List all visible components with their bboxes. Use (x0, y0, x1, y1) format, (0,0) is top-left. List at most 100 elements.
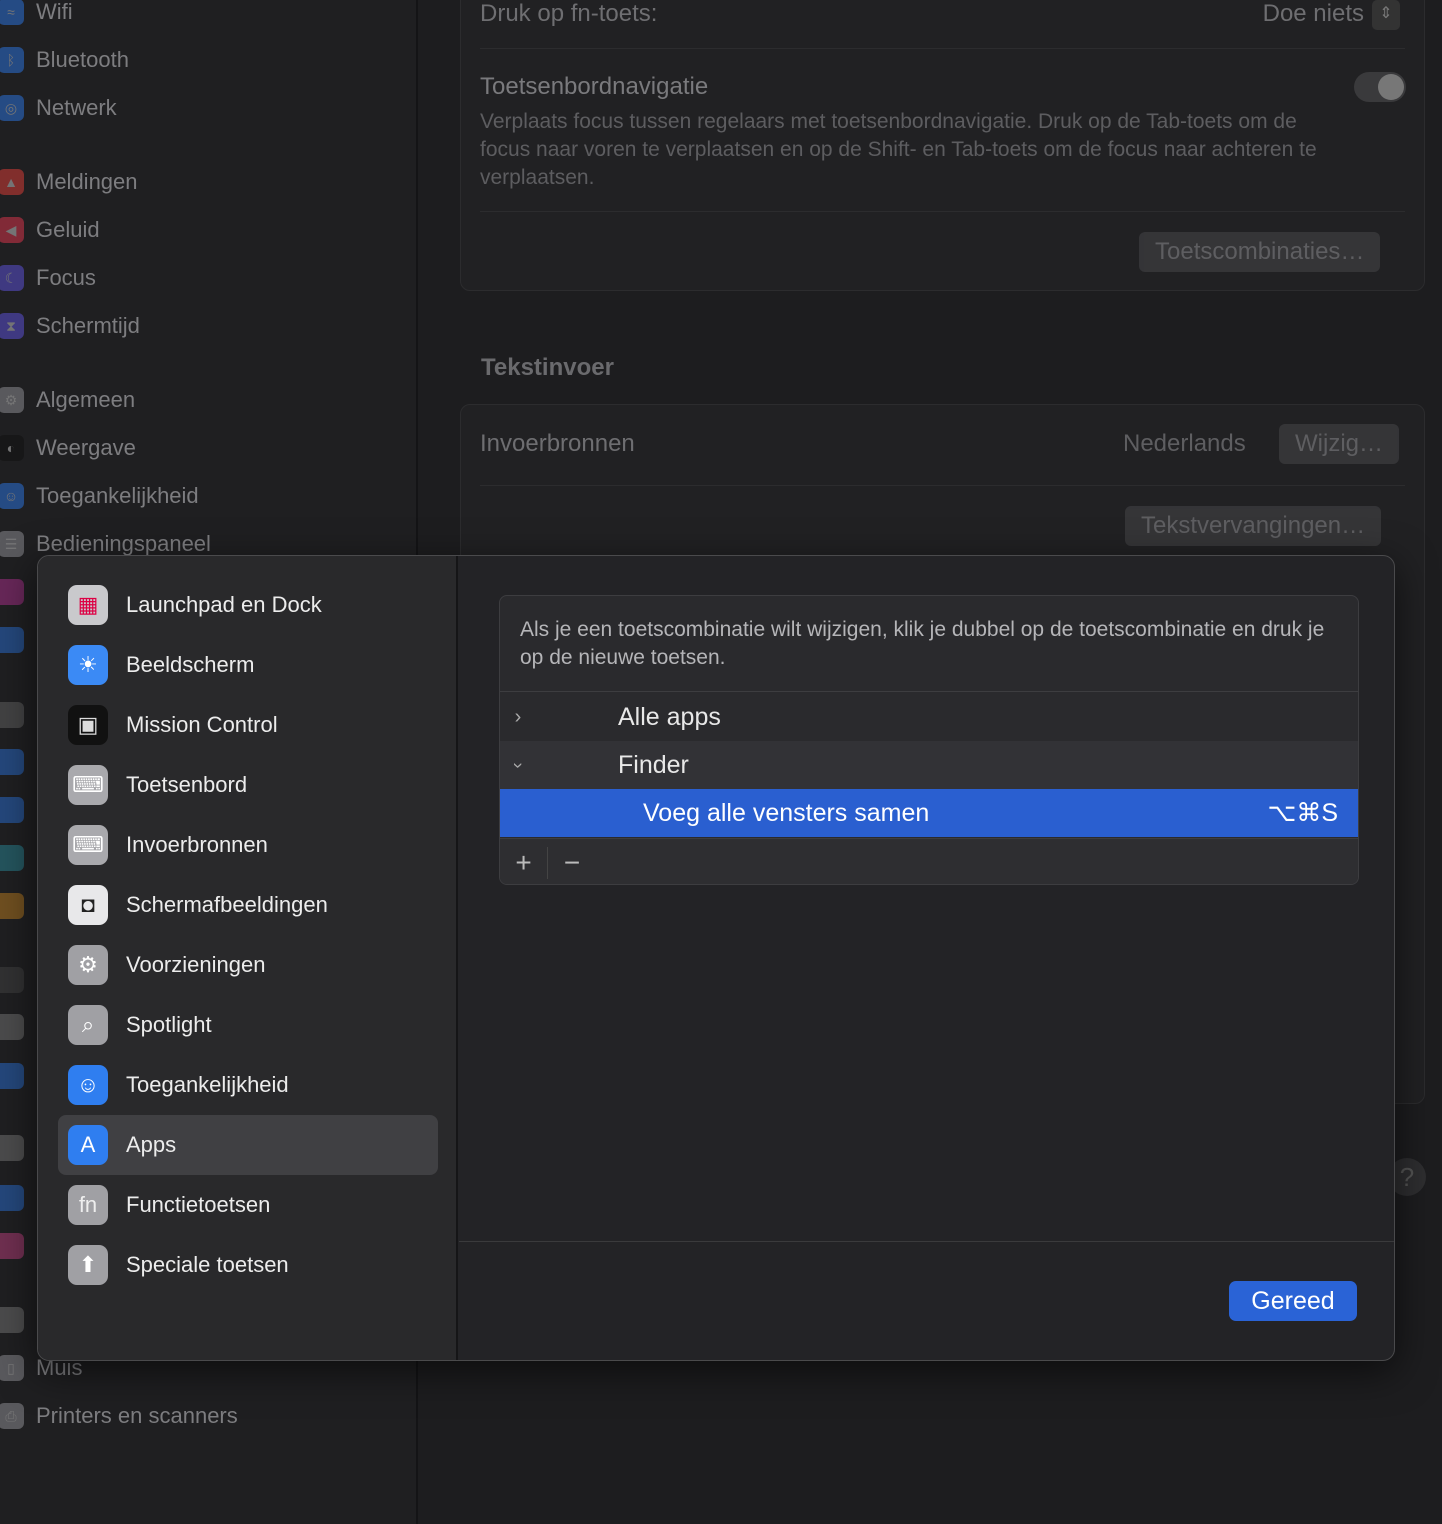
category-apps[interactable]: A Apps (58, 1115, 438, 1175)
sidebar-icon (0, 749, 24, 775)
add-button[interactable]: + (500, 846, 548, 879)
sidebar-item-wifi[interactable]: ≈ Wifi (0, 0, 73, 27)
chevron-down-icon[interactable]: › (508, 747, 529, 783)
category-speciale-toetsen[interactable]: ⬆ Speciale toetsen (58, 1235, 438, 1295)
bluetooth-icon: ᛒ (0, 47, 24, 73)
sidebar-icon (0, 1307, 24, 1333)
sidebar-item-label: Bluetooth (36, 47, 129, 72)
shortcut-label: Voeg alle vensters samen (643, 798, 930, 827)
sidebar-item-toegankelijkheid[interactable]: ☺ Toegankelijkheid (0, 481, 199, 511)
globe-icon: ◎ (0, 95, 24, 121)
sidebar-icon (0, 967, 24, 993)
sidebar-item-printers-en-scanners[interactable]: ⎙ Printers en scanners (0, 1401, 238, 1431)
text-input-heading: Tekstinvoer (481, 354, 614, 381)
printer-icon: ⎙ (0, 1403, 24, 1429)
sidebar-icon (0, 1233, 24, 1259)
category-label: Invoerbronnen (126, 832, 268, 857)
category-toegankelijkheid[interactable]: ☺ Toegankelijkheid (58, 1055, 438, 1115)
category-beeldscherm[interactable]: ☀ Beeldscherm (58, 635, 438, 695)
change-button[interactable]: Wijzig… (1279, 424, 1399, 464)
shortcuts-category-list: ▦ Launchpad en Dock ☀ Beeldscherm ▣ Mission C… (38, 556, 458, 1360)
group-row-all-apps[interactable]: › Alle apps (500, 693, 1358, 741)
category-launchpad-en-dock[interactable]: ▦ Launchpad en Dock (58, 575, 438, 635)
sidebar-item-label: Netwerk (36, 95, 117, 120)
app-store-icon: A (68, 1125, 108, 1165)
appearance-icon: ◐ (0, 435, 24, 461)
category-label: Functietoetsen (126, 1192, 271, 1217)
category-schermafbeeldingen[interactable]: ◘ Schermafbeeldingen (58, 875, 438, 935)
gear-icon: ⚙ (0, 387, 24, 413)
sidebar-icon (0, 893, 24, 919)
fn-key-label: Druk op fn-toets: (480, 0, 658, 27)
accessibility-icon: ☺ (68, 1065, 108, 1105)
category-label: Speciale toetsen (126, 1252, 289, 1277)
sidebar-icon (0, 1135, 24, 1161)
keyboard-icon: ⌨ (68, 765, 108, 805)
category-mission-control[interactable]: ▣ Mission Control (58, 695, 438, 755)
done-button[interactable]: Gereed (1229, 1281, 1357, 1321)
launchpad-icon: ▦ (68, 585, 108, 625)
shortcuts-panel: Als je een toetscombinatie wilt wijzigen… (499, 595, 1359, 885)
sidebar-item-label: Wifi (36, 0, 73, 24)
moon-icon: ☾ (0, 265, 24, 291)
sidebar-item-focus[interactable]: ☾ Focus (0, 263, 96, 293)
sidebar-item-label: Focus (36, 265, 96, 290)
input-sources-label: Invoerbronnen (480, 430, 635, 457)
sidebar-item-label: Geluid (36, 217, 100, 242)
category-label: Toetsenbord (126, 772, 248, 797)
category-invoerbronnen[interactable]: ⌨ Invoerbronnen (58, 815, 438, 875)
screenshot-icon: ◘ (68, 885, 108, 925)
input-sources-value: Nederlands (1123, 430, 1246, 457)
sidebar-item-geluid[interactable]: ◀ Geluid (0, 215, 100, 245)
shortcuts-info: Als je een toetscombinatie wilt wijzigen… (500, 596, 1358, 692)
sidebar-icon (0, 1185, 24, 1211)
sidebar-icon (0, 627, 24, 653)
sidebar-item-algemeen[interactable]: ⚙ Algemeen (0, 385, 135, 415)
category-label: Schermafbeeldingen (126, 892, 328, 917)
magnifier-icon: ⌕ (68, 1005, 108, 1045)
sidebar-item-netwerk[interactable]: ◎ Netwerk (0, 93, 117, 123)
category-label: Spotlight (126, 1012, 212, 1037)
category-spotlight[interactable]: ⌕ Spotlight (58, 995, 438, 1055)
category-label: Voorzieningen (126, 952, 266, 977)
footer-divider (459, 1241, 1394, 1242)
fn-key-select[interactable]: Doe niets (1263, 0, 1364, 28)
keyboard-navigation-toggle[interactable] (1354, 72, 1406, 102)
category-voorzieningen[interactable]: ⚙ Voorzieningen (58, 935, 438, 995)
mission-control-icon: ▣ (68, 705, 108, 745)
hourglass-icon: ⧗ (0, 313, 24, 339)
sidebar-item-weergave[interactable]: ◐ Weergave (0, 433, 136, 463)
category-label: Beeldscherm (126, 652, 255, 677)
category-label: Mission Control (126, 712, 278, 737)
fn-icon: fn (68, 1185, 108, 1225)
sidebar-icon (0, 579, 24, 605)
sidebar-item-label: Printers en scanners (36, 1403, 238, 1428)
sidebar-item-meldingen[interactable]: ▲ Meldingen (0, 167, 138, 197)
sidebar-item-label: Schermtijd (36, 313, 140, 338)
shortcuts-button[interactable]: Toetscombinaties… (1139, 232, 1381, 272)
shortcut-keys[interactable]: ⌥⌘S (1268, 798, 1338, 828)
gears-icon: ⚙ (68, 945, 108, 985)
chevron-right-icon[interactable]: › (500, 706, 536, 729)
text-replacements-button[interactable]: Tekstvervangingen… (1125, 506, 1382, 546)
keyboard-navigation-title: Toetsenbordnavigatie (480, 73, 709, 100)
keyboard-navigation-desc: Verplaats focus tussen regelaars met toe… (480, 110, 1317, 189)
remove-button[interactable]: − (548, 847, 596, 879)
category-label: Launchpad en Dock (126, 592, 322, 617)
category-toetsenbord[interactable]: ⌨ Toetsenbord (58, 755, 438, 815)
sidebar-item-label: Toegankelijkheid (36, 483, 199, 508)
sidebar-item-schermtijd[interactable]: ⧗ Schermtijd (0, 311, 140, 341)
sidebar-icon (0, 797, 24, 823)
accessibility-icon: ☺ (0, 483, 24, 509)
category-label: Apps (126, 1132, 177, 1157)
mouse-icon: ▯ (0, 1355, 24, 1381)
category-functietoetsen[interactable]: fn Functietoetsen (58, 1175, 438, 1235)
shortcut-row[interactable]: Voeg alle vensters samen ⌥⌘S (500, 789, 1358, 837)
group-row-finder[interactable]: › Finder (500, 741, 1358, 789)
updown-chevron-icon[interactable]: ⇕ (1372, 0, 1400, 30)
sidebar-item-bluetooth[interactable]: ᛒ Bluetooth (0, 45, 129, 75)
up-arrow-icon: ⬆ (68, 1245, 108, 1285)
speaker-icon: ◀ (0, 217, 24, 243)
keyboard-icon: ⌨ (68, 825, 108, 865)
sidebar-icon (0, 845, 24, 871)
